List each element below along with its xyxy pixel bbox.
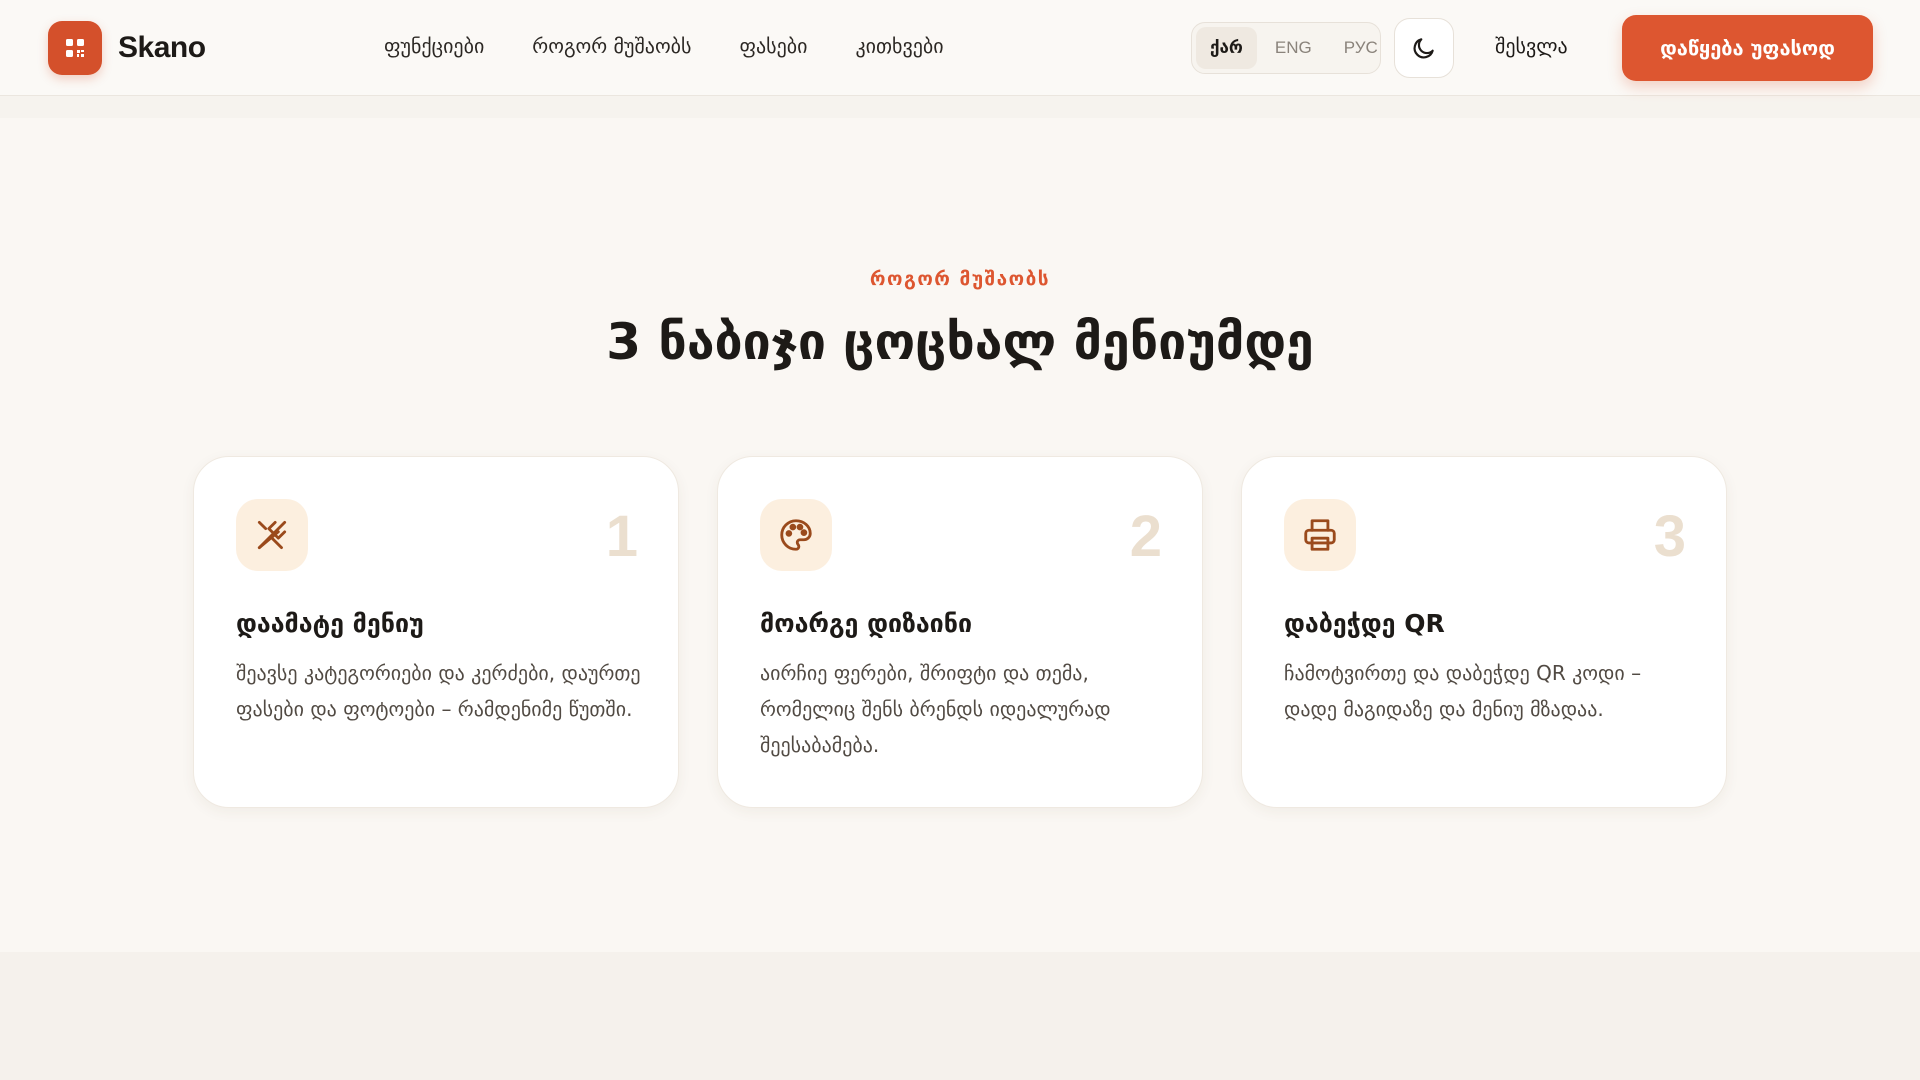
- brand-logo[interactable]: Skano: [48, 21, 206, 75]
- step-number: 3: [1653, 504, 1686, 569]
- printer-icon: [1304, 519, 1336, 551]
- site-header: Skano ფუნქციები როგორ მუშაობს ფასები კით…: [0, 0, 1920, 96]
- section-title: 3 ნაბიჯი ცოცხალ მენიუმდე: [606, 313, 1314, 371]
- step-card: 2 მოარგე დიზაინი აირჩიე ფერები, შრიფტი დ…: [717, 456, 1203, 808]
- nav-item-how-it-works[interactable]: როგორ მუშაობს: [532, 34, 691, 58]
- step-title: მოარგე დიზაინი: [760, 609, 973, 638]
- step-title: დაბეჭდე QR: [1284, 609, 1445, 638]
- main-nav: ფუნქციები როგორ მუშაობს ფასები კითხვები: [384, 34, 944, 58]
- step-icon-box: [760, 499, 832, 571]
- step-title: დაამატე მენიუ: [236, 609, 424, 638]
- utensils-icon: [257, 520, 287, 550]
- step-description: ჩამოტვირთე და დაბეჭდე QR კოდი – დადე მაგ…: [1284, 661, 1642, 721]
- grid-icon: [48, 21, 102, 75]
- moon-icon: [1413, 38, 1434, 59]
- step-number: 1: [605, 504, 638, 569]
- step-card: 1 დაამატე მენიუ შეავსე კატეგორიები და კე…: [193, 456, 679, 808]
- next-section-band: [0, 952, 1920, 1080]
- language-switcher: ქარ ENG РУС: [1191, 22, 1381, 74]
- login-link[interactable]: შესვლა: [1495, 34, 1568, 58]
- step-number: 2: [1129, 504, 1162, 569]
- step-description: აირჩიე ფერები, შრიფტი და თემა, რომელიც შ…: [760, 661, 1111, 757]
- theme-toggle-button[interactable]: [1394, 18, 1454, 78]
- lang-option-ru[interactable]: РУС: [1330, 27, 1392, 69]
- start-free-button[interactable]: დაწყება უფასოდ: [1622, 15, 1873, 81]
- nav-item-pricing[interactable]: ფასები: [740, 34, 808, 58]
- step-icon-box: [236, 499, 308, 571]
- nav-item-features[interactable]: ფუნქციები: [384, 34, 484, 58]
- lang-option-en[interactable]: ENG: [1261, 27, 1326, 69]
- how-it-works-section: როგორ მუშაობს 3 ნაბიჯი ცოცხალ მენიუმდე 1…: [0, 118, 1920, 952]
- step-description: შეავსე კატეგორიები და კერძები, დაურთე ფა…: [236, 661, 641, 721]
- section-eyebrow: როგორ მუშაობს: [869, 268, 1051, 290]
- brand-name: Skano: [118, 31, 206, 64]
- step-icon-box: [1284, 499, 1356, 571]
- palette-icon: [780, 519, 812, 551]
- lang-option-ka[interactable]: ქარ: [1196, 27, 1257, 69]
- nav-item-faq[interactable]: კითხვები: [855, 34, 943, 58]
- step-card: 3 დაბეჭდე QR ჩამოტვირთე და დაბეჭდე QR კო…: [1241, 456, 1727, 808]
